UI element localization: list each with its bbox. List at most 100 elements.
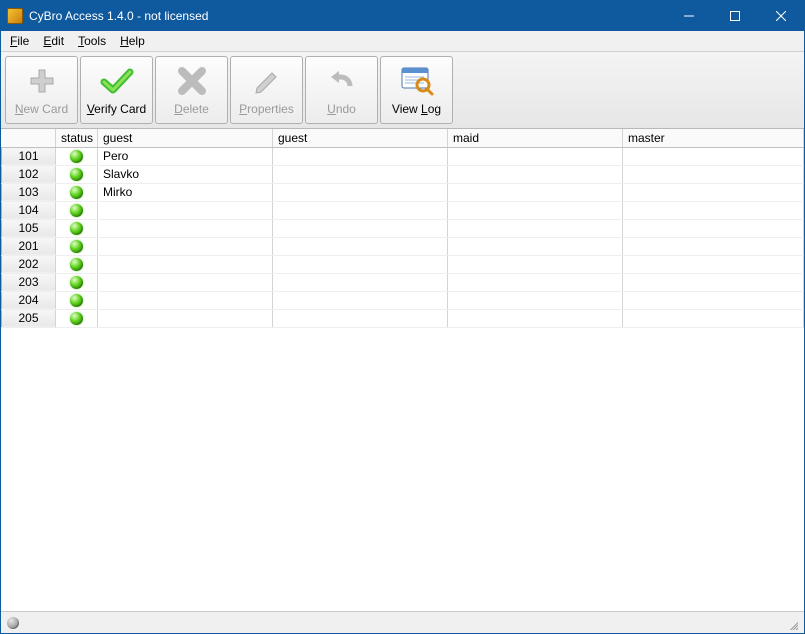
view-log-button[interactable]: View Log [380, 56, 453, 124]
maid-cell[interactable] [448, 273, 623, 291]
new-card-label: New Card [15, 102, 68, 116]
table-row[interactable]: 202 [2, 255, 804, 273]
minimize-button[interactable] [666, 1, 712, 31]
delete-button[interactable]: Delete [155, 56, 228, 124]
guest1-cell[interactable] [98, 309, 273, 327]
master-cell[interactable] [623, 201, 804, 219]
guest1-cell[interactable]: Mirko [98, 183, 273, 201]
status-cell[interactable] [56, 165, 98, 183]
row-header[interactable]: 101 [2, 147, 56, 165]
master-cell[interactable] [623, 291, 804, 309]
row-header[interactable]: 102 [2, 165, 56, 183]
grid-area[interactable]: status guest guest maid master 101Pero10… [1, 129, 804, 611]
verify-card-label: Verify Card [87, 102, 146, 116]
header-status[interactable]: status [56, 129, 98, 147]
maid-cell[interactable] [448, 255, 623, 273]
guest1-cell[interactable]: Pero [98, 147, 273, 165]
header-guest2[interactable]: guest [273, 129, 448, 147]
status-cell[interactable] [56, 273, 98, 291]
maximize-button[interactable] [712, 1, 758, 31]
master-cell[interactable] [623, 255, 804, 273]
menu-tools[interactable]: Tools [71, 32, 113, 50]
guest1-cell[interactable] [98, 201, 273, 219]
header-master[interactable]: master [623, 129, 804, 147]
status-cell[interactable] [56, 291, 98, 309]
table-row[interactable]: 104 [2, 201, 804, 219]
delete-label: Delete [174, 102, 209, 116]
row-header[interactable]: 202 [2, 255, 56, 273]
row-header[interactable]: 104 [2, 201, 56, 219]
row-header[interactable]: 203 [2, 273, 56, 291]
table-row[interactable]: 204 [2, 291, 804, 309]
maid-cell[interactable] [448, 291, 623, 309]
table-row[interactable]: 101 Pero [2, 147, 804, 165]
guest2-cell[interactable] [273, 147, 448, 165]
row-header[interactable]: 204 [2, 291, 56, 309]
header-guest1[interactable]: guest [98, 129, 273, 147]
header-maid[interactable]: maid [448, 129, 623, 147]
guest2-cell[interactable] [273, 309, 448, 327]
row-header[interactable]: 201 [2, 237, 56, 255]
status-cell[interactable] [56, 309, 98, 327]
guest1-cell[interactable] [98, 291, 273, 309]
new-card-button[interactable]: New Card [5, 56, 78, 124]
menu-file[interactable]: File [3, 32, 36, 50]
properties-button[interactable]: Properties [230, 56, 303, 124]
status-cell[interactable] [56, 219, 98, 237]
menu-help[interactable]: Help [113, 32, 152, 50]
guest2-cell[interactable] [273, 201, 448, 219]
guest2-cell[interactable] [273, 219, 448, 237]
master-cell[interactable] [623, 219, 804, 237]
master-cell[interactable] [623, 273, 804, 291]
guest2-cell[interactable] [273, 291, 448, 309]
maid-cell[interactable] [448, 309, 623, 327]
titlebar[interactable]: CyBro Access 1.4.0 - not licensed [1, 1, 804, 31]
maid-cell[interactable] [448, 165, 623, 183]
guest2-cell[interactable] [273, 165, 448, 183]
status-led-icon [70, 222, 83, 235]
guest2-cell[interactable] [273, 237, 448, 255]
row-header[interactable]: 205 [2, 309, 56, 327]
master-cell[interactable] [623, 309, 804, 327]
status-cell[interactable] [56, 183, 98, 201]
master-cell[interactable] [623, 183, 804, 201]
status-led-icon [70, 294, 83, 307]
status-led-icon [70, 168, 83, 181]
close-button[interactable] [758, 1, 804, 31]
status-led-icon [7, 617, 19, 629]
maid-cell[interactable] [448, 201, 623, 219]
resize-grip-icon[interactable] [784, 616, 798, 630]
master-cell[interactable] [623, 165, 804, 183]
table-row[interactable]: 205 [2, 309, 804, 327]
guest1-cell[interactable] [98, 237, 273, 255]
table-row[interactable]: 102 Slavko [2, 165, 804, 183]
row-header[interactable]: 105 [2, 219, 56, 237]
table-row[interactable]: 203 [2, 273, 804, 291]
status-cell[interactable] [56, 237, 98, 255]
guest1-cell[interactable] [98, 273, 273, 291]
maid-cell[interactable] [448, 147, 623, 165]
maid-cell[interactable] [448, 183, 623, 201]
table-row[interactable]: 105 [2, 219, 804, 237]
status-cell[interactable] [56, 255, 98, 273]
status-cell[interactable] [56, 147, 98, 165]
guest2-cell[interactable] [273, 183, 448, 201]
guest1-cell[interactable] [98, 219, 273, 237]
master-cell[interactable] [623, 237, 804, 255]
guest1-cell[interactable]: Slavko [98, 165, 273, 183]
data-grid[interactable]: status guest guest maid master 101Pero10… [1, 129, 804, 328]
guest2-cell[interactable] [273, 255, 448, 273]
master-cell[interactable] [623, 147, 804, 165]
maid-cell[interactable] [448, 219, 623, 237]
status-cell[interactable] [56, 201, 98, 219]
maid-cell[interactable] [448, 237, 623, 255]
guest2-cell[interactable] [273, 273, 448, 291]
menu-edit[interactable]: Edit [36, 32, 71, 50]
row-header[interactable]: 103 [2, 183, 56, 201]
guest1-cell[interactable] [98, 255, 273, 273]
undo-button[interactable]: Undo [305, 56, 378, 124]
verify-card-button[interactable]: Verify Card [80, 56, 153, 124]
table-row[interactable]: 201 [2, 237, 804, 255]
table-row[interactable]: 103 Mirko [2, 183, 804, 201]
header-blank[interactable] [2, 129, 56, 147]
